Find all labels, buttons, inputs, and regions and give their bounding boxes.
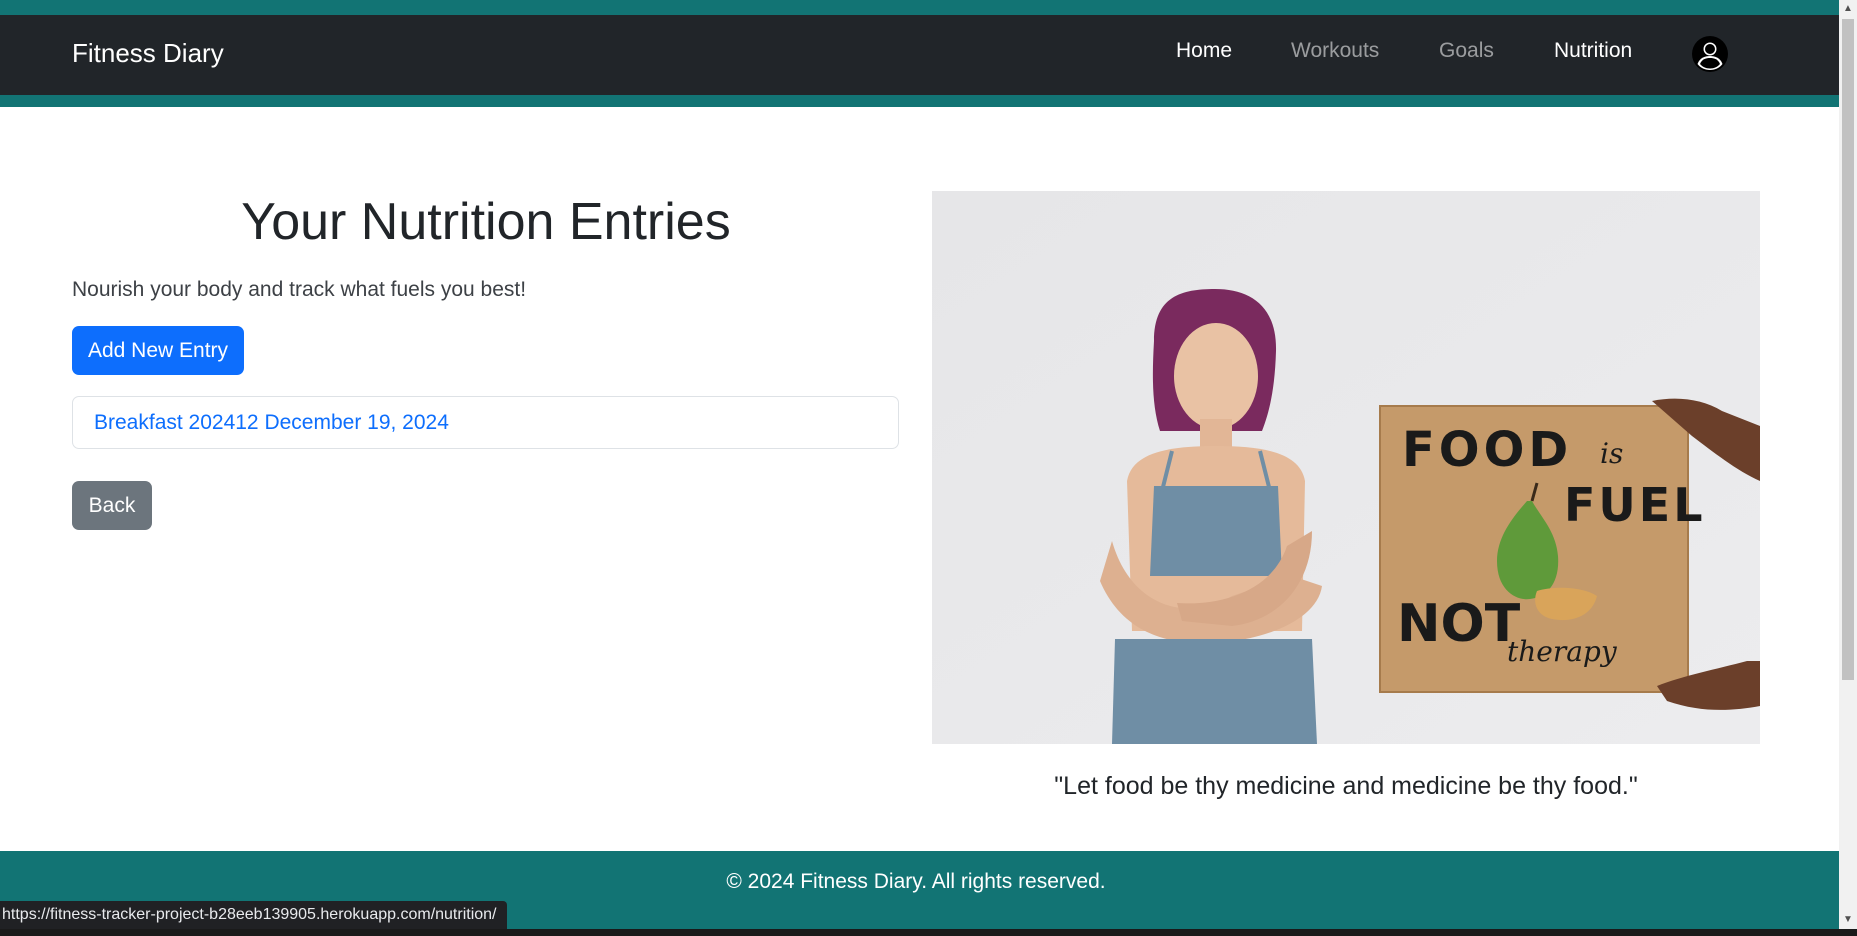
status-bar-url: https://fitness-tracker-project-b28eeb13… (0, 901, 507, 929)
vertical-scrollbar[interactable]: ▲ ▼ (1839, 0, 1857, 929)
sign-text-therapy: therapy (1507, 635, 1618, 668)
user-circle-icon[interactable] (1691, 35, 1729, 73)
page: Fitness Diary Home Workouts Goals Nutrit… (0, 0, 1857, 936)
nav-link-workouts[interactable]: Workouts (1291, 37, 1379, 65)
footer-copyright: © 2024 Fitness Diary. All rights reserve… (726, 870, 1106, 893)
nav-link-goals[interactable]: Goals (1439, 37, 1494, 65)
scrollbar-thumb[interactable] (1842, 19, 1854, 680)
list-item[interactable]: Breakfast 202412 December 19, 2024 (94, 410, 449, 436)
add-new-entry-button[interactable]: Add New Entry (72, 326, 244, 375)
sign-text-food: FOOD (1402, 422, 1572, 478)
scroll-up-arrow-icon[interactable]: ▲ (1839, 0, 1857, 18)
nav-link-home[interactable]: Home (1176, 37, 1232, 65)
sign-text-fuel: FUEL (1564, 478, 1706, 532)
sign-text-is: is (1600, 437, 1623, 470)
top-accent-strip (0, 0, 1839, 15)
page-subtitle: Nourish your body and track what fuels y… (72, 278, 527, 301)
quote-text: "Let food be thy medicine and medicine b… (1054, 772, 1638, 800)
window-bottom-edge (0, 929, 1857, 936)
page-title: Your Nutrition Entries (241, 193, 731, 251)
sign-text-not: NOT (1397, 594, 1521, 654)
scroll-down-arrow-icon[interactable]: ▼ (1839, 911, 1857, 929)
back-button[interactable]: Back (72, 481, 152, 530)
hero-image: FOOD is FUEL NOT therapy (932, 191, 1760, 744)
navbar-accent-strip (0, 95, 1839, 107)
nav-link-nutrition[interactable]: Nutrition (1554, 37, 1632, 65)
nutrition-entry-list: Breakfast 202412 December 19, 2024 (72, 396, 899, 449)
nav-links: Home Workouts Goals Nutrition (0, 37, 1839, 67)
